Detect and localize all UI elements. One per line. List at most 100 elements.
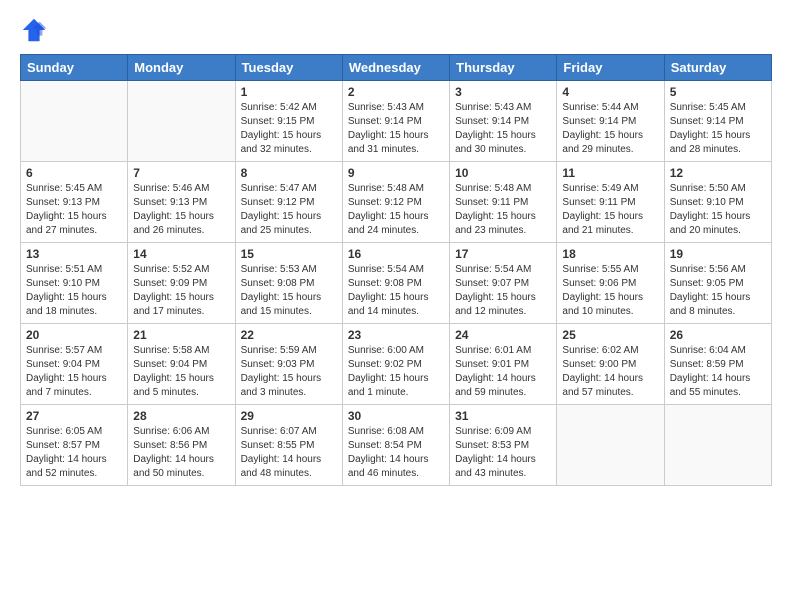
day-info: Sunrise: 5:44 AMSunset: 9:14 PMDaylight:… — [562, 101, 658, 157]
weekday-header-row: SundayMondayTuesdayWednesdayThursdayFrid… — [21, 55, 772, 81]
day-info: Sunrise: 5:46 AMSunset: 9:13 PMDaylight:… — [133, 182, 229, 238]
day-number: 16 — [348, 247, 444, 261]
day-number: 24 — [455, 328, 551, 342]
day-info: Sunrise: 6:09 AMSunset: 8:53 PMDaylight:… — [455, 425, 551, 481]
calendar-week-3: 13 Sunrise: 5:51 AMSunset: 9:10 PMDayligh… — [21, 243, 772, 324]
calendar-cell — [557, 405, 664, 486]
weekday-header-thursday: Thursday — [450, 55, 557, 81]
day-info: Sunrise: 6:02 AMSunset: 9:00 PMDaylight:… — [562, 344, 658, 400]
day-number: 17 — [455, 247, 551, 261]
calendar-cell — [128, 81, 235, 162]
day-number: 12 — [670, 166, 766, 180]
calendar-cell: 3 Sunrise: 5:43 AMSunset: 9:14 PMDaylight… — [450, 81, 557, 162]
calendar-cell: 14 Sunrise: 5:52 AMSunset: 9:09 PMDayligh… — [128, 243, 235, 324]
calendar-cell — [21, 81, 128, 162]
calendar-cell: 1Sunrise: 5:42 AMSunset: 9:15 PMDaylight… — [235, 81, 342, 162]
day-number: 15 — [241, 247, 337, 261]
day-info: Sunrise: 5:49 AMSunset: 9:11 PMDaylight:… — [562, 182, 658, 238]
day-number: 23 — [348, 328, 444, 342]
calendar-cell: 15Sunrise: 5:53 AMSunset: 9:08 PMDayligh… — [235, 243, 342, 324]
calendar-cell: 16 Sunrise: 5:54 AMSunset: 9:08 PMDayligh… — [342, 243, 449, 324]
calendar-cell — [664, 405, 771, 486]
day-info: Sunrise: 5:47 AMSunset: 9:12 PMDaylight:… — [241, 182, 337, 238]
calendar-cell: 31 Sunrise: 6:09 AMSunset: 8:53 PMDayligh… — [450, 405, 557, 486]
day-info: Sunrise: 6:05 AMSunset: 8:57 PMDaylight:… — [26, 425, 122, 481]
day-info: Sunrise: 5:51 AMSunset: 9:10 PMDaylight:… — [26, 263, 122, 319]
calendar-cell: 19 Sunrise: 5:56 AMSunset: 9:05 PMDayligh… — [664, 243, 771, 324]
day-info: Sunrise: 5:45 AMSunset: 9:13 PMDaylight:… — [26, 182, 122, 238]
day-number: 13 — [26, 247, 122, 261]
day-number: 31 — [455, 409, 551, 423]
day-info: Sunrise: 6:06 AMSunset: 8:56 PMDaylight:… — [133, 425, 229, 481]
day-info: Sunrise: 5:43 AMSunset: 9:14 PMDaylight:… — [455, 101, 551, 157]
calendar-cell: 2 Sunrise: 5:43 AMSunset: 9:14 PMDaylight… — [342, 81, 449, 162]
day-info: Sunrise: 5:57 AMSunset: 9:04 PMDaylight:… — [26, 344, 122, 400]
day-number: 5 — [670, 85, 766, 99]
day-info: Sunrise: 5:54 AMSunset: 9:07 PMDaylight:… — [455, 263, 551, 319]
calendar-cell: 17 Sunrise: 5:54 AMSunset: 9:07 PMDayligh… — [450, 243, 557, 324]
logo — [20, 16, 52, 44]
day-info: Sunrise: 5:52 AMSunset: 9:09 PMDaylight:… — [133, 263, 229, 319]
calendar-cell: 11 Sunrise: 5:49 AMSunset: 9:11 PMDayligh… — [557, 162, 664, 243]
day-number: 8 — [241, 166, 337, 180]
day-number: 4 — [562, 85, 658, 99]
calendar-cell: 9 Sunrise: 5:48 AMSunset: 9:12 PMDaylight… — [342, 162, 449, 243]
calendar-cell: 23Sunrise: 6:00 AMSunset: 9:02 PMDayligh… — [342, 324, 449, 405]
day-info: Sunrise: 5:48 AMSunset: 9:12 PMDaylight:… — [348, 182, 444, 238]
day-number: 9 — [348, 166, 444, 180]
day-number: 19 — [670, 247, 766, 261]
calendar-cell: 22 Sunrise: 5:59 AMSunset: 9:03 PMDayligh… — [235, 324, 342, 405]
calendar-cell: 8 Sunrise: 5:47 AMSunset: 9:12 PMDaylight… — [235, 162, 342, 243]
calendar-cell: 18Sunrise: 5:55 AMSunset: 9:06 PMDayligh… — [557, 243, 664, 324]
day-info: Sunrise: 6:07 AMSunset: 8:55 PMDaylight:… — [241, 425, 337, 481]
weekday-header-wednesday: Wednesday — [342, 55, 449, 81]
day-number: 14 — [133, 247, 229, 261]
day-number: 11 — [562, 166, 658, 180]
day-number: 3 — [455, 85, 551, 99]
day-info: Sunrise: 5:45 AMSunset: 9:14 PMDaylight:… — [670, 101, 766, 157]
day-number: 20 — [26, 328, 122, 342]
calendar-table: SundayMondayTuesdayWednesdayThursdayFrid… — [20, 54, 772, 486]
calendar-cell: 29 Sunrise: 6:07 AMSunset: 8:55 PMDayligh… — [235, 405, 342, 486]
day-number: 7 — [133, 166, 229, 180]
day-info: Sunrise: 6:08 AMSunset: 8:54 PMDaylight:… — [348, 425, 444, 481]
weekday-header-monday: Monday — [128, 55, 235, 81]
weekday-header-tuesday: Tuesday — [235, 55, 342, 81]
calendar-week-1: 1Sunrise: 5:42 AMSunset: 9:15 PMDaylight… — [21, 81, 772, 162]
calendar-cell: 20 Sunrise: 5:57 AMSunset: 9:04 PMDayligh… — [21, 324, 128, 405]
day-number: 27 — [26, 409, 122, 423]
day-info: Sunrise: 5:54 AMSunset: 9:08 PMDaylight:… — [348, 263, 444, 319]
calendar-cell: 7 Sunrise: 5:46 AMSunset: 9:13 PMDaylight… — [128, 162, 235, 243]
day-number: 2 — [348, 85, 444, 99]
day-number: 1 — [241, 85, 337, 99]
day-number: 28 — [133, 409, 229, 423]
calendar-cell: 24 Sunrise: 6:01 AMSunset: 9:01 PMDayligh… — [450, 324, 557, 405]
calendar-week-4: 20 Sunrise: 5:57 AMSunset: 9:04 PMDayligh… — [21, 324, 772, 405]
day-number: 26 — [670, 328, 766, 342]
calendar-cell: 21Sunrise: 5:58 AMSunset: 9:04 PMDayligh… — [128, 324, 235, 405]
day-info: Sunrise: 6:04 AMSunset: 8:59 PMDaylight:… — [670, 344, 766, 400]
calendar-cell: 13 Sunrise: 5:51 AMSunset: 9:10 PMDayligh… — [21, 243, 128, 324]
day-info: Sunrise: 5:59 AMSunset: 9:03 PMDaylight:… — [241, 344, 337, 400]
day-number: 10 — [455, 166, 551, 180]
day-info: Sunrise: 5:55 AMSunset: 9:06 PMDaylight:… — [562, 263, 658, 319]
calendar-cell: 5 Sunrise: 5:45 AMSunset: 9:14 PMDaylight… — [664, 81, 771, 162]
day-info: Sunrise: 6:01 AMSunset: 9:01 PMDaylight:… — [455, 344, 551, 400]
day-info: Sunrise: 5:58 AMSunset: 9:04 PMDaylight:… — [133, 344, 229, 400]
calendar-week-5: 27 Sunrise: 6:05 AMSunset: 8:57 PMDayligh… — [21, 405, 772, 486]
calendar-cell: 28 Sunrise: 6:06 AMSunset: 8:56 PMDayligh… — [128, 405, 235, 486]
calendar-cell: 30Sunrise: 6:08 AMSunset: 8:54 PMDayligh… — [342, 405, 449, 486]
day-info: Sunrise: 5:50 AMSunset: 9:10 PMDaylight:… — [670, 182, 766, 238]
page: SundayMondayTuesdayWednesdayThursdayFrid… — [0, 0, 792, 612]
header — [20, 16, 772, 44]
calendar-cell: 12 Sunrise: 5:50 AMSunset: 9:10 PMDayligh… — [664, 162, 771, 243]
day-info: Sunrise: 5:56 AMSunset: 9:05 PMDaylight:… — [670, 263, 766, 319]
day-number: 29 — [241, 409, 337, 423]
calendar-week-2: 6 Sunrise: 5:45 AMSunset: 9:13 PMDaylight… — [21, 162, 772, 243]
calendar-cell: 26 Sunrise: 6:04 AMSunset: 8:59 PMDayligh… — [664, 324, 771, 405]
calendar-cell: 4 Sunrise: 5:44 AMSunset: 9:14 PMDaylight… — [557, 81, 664, 162]
day-number: 22 — [241, 328, 337, 342]
day-number: 25 — [562, 328, 658, 342]
day-number: 6 — [26, 166, 122, 180]
day-info: Sunrise: 5:43 AMSunset: 9:14 PMDaylight:… — [348, 101, 444, 157]
